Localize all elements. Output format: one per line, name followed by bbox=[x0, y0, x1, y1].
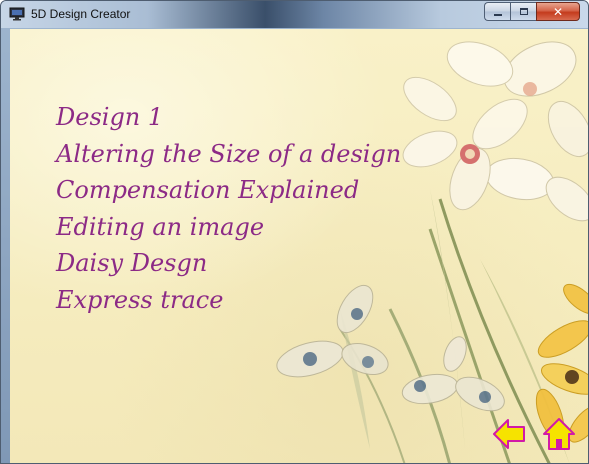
topic-menu: Design 1 Altering the Size of a design C… bbox=[56, 99, 401, 318]
back-button[interactable] bbox=[492, 417, 526, 451]
caption-buttons: ✕ bbox=[484, 2, 580, 21]
close-button[interactable]: ✕ bbox=[536, 2, 580, 21]
menu-item-express-trace[interactable]: Express trace bbox=[56, 282, 401, 319]
menu-item-altering-size[interactable]: Altering the Size of a design bbox=[56, 136, 401, 173]
title-bar[interactable]: 5D Design Creator ✕ bbox=[1, 1, 588, 28]
maximize-icon bbox=[519, 8, 528, 15]
menu-item-editing-image[interactable]: Editing an image bbox=[56, 209, 401, 246]
minimize-button[interactable] bbox=[484, 2, 510, 21]
menu-item-daisy-design[interactable]: Daisy Desgn bbox=[56, 245, 401, 282]
minimize-icon bbox=[493, 13, 502, 16]
close-icon: ✕ bbox=[552, 4, 564, 19]
menu-item-compensation-explained[interactable]: Compensation Explained bbox=[56, 172, 401, 209]
maximize-button[interactable] bbox=[510, 2, 536, 21]
home-button[interactable] bbox=[542, 417, 576, 451]
home-icon bbox=[543, 418, 575, 450]
app-window: 5D Design Creator ✕ Design 1 Altering th… bbox=[0, 0, 589, 464]
menu-item-design-1[interactable]: Design 1 bbox=[56, 99, 401, 136]
monitor-app-icon bbox=[9, 7, 25, 21]
window-title: 5D Design Creator bbox=[31, 7, 131, 21]
main-content: Design 1 Altering the Size of a design C… bbox=[10, 29, 588, 463]
back-arrow-icon bbox=[493, 419, 525, 449]
